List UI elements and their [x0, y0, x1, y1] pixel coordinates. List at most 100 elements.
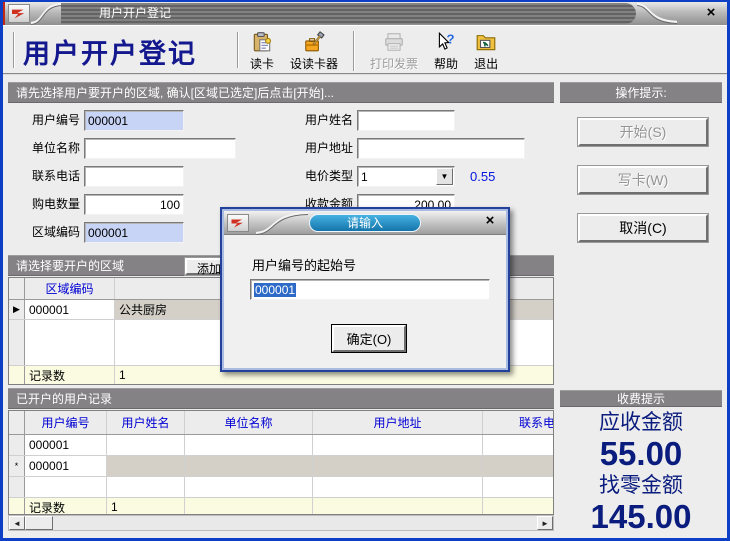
user-id-label: 用户编号: [20, 110, 80, 131]
current-row-marker: ▶: [9, 300, 25, 319]
titlebar-accent: [3, 2, 5, 25]
card-reader-setup-icon: [303, 30, 325, 54]
print-invoice-button: 打印发票: [367, 29, 421, 73]
read-card-label: 读卡: [250, 55, 274, 72]
users-table-header: 用户编号 用户姓名 单位名称 用户地址 联系电话: [9, 411, 553, 435]
receivable-amount: 55.00: [600, 436, 683, 472]
users-table-empty-row: [9, 477, 553, 498]
users-col-address[interactable]: 用户地址: [313, 411, 483, 434]
area-section-title: 请选择要开户的区域: [16, 259, 124, 273]
help-button[interactable]: ? 帮助: [431, 29, 461, 73]
user-name-input[interactable]: [357, 110, 455, 131]
row-marker-header: [9, 278, 25, 299]
users-table-footer: 记录数 1: [9, 498, 553, 515]
users-col-id[interactable]: 用户编号: [25, 411, 107, 434]
selected-input-text: 000001: [254, 283, 296, 297]
price-type-label: 电价类型: [293, 166, 353, 187]
change-amount: 145.00: [591, 499, 692, 535]
users-record-count-label: 记录数: [25, 498, 107, 515]
fee-panel: 应收金额 55.00 找零金额 145.00: [560, 409, 722, 535]
printer-icon: [383, 30, 405, 54]
exit-label: 退出: [474, 55, 498, 72]
user-id-input[interactable]: [84, 110, 184, 131]
scroll-thumb[interactable]: [25, 516, 53, 530]
toolbar: 用户开户登记 读卡: [3, 25, 727, 75]
ok-button[interactable]: 确定(O): [332, 325, 406, 352]
address-label: 用户地址: [293, 138, 353, 159]
help-label: 帮助: [434, 55, 458, 72]
card-reader-icon: [251, 30, 273, 54]
user-id-cell[interactable]: 000001: [25, 435, 107, 455]
chevron-down-icon[interactable]: ▼: [436, 168, 453, 185]
users-col-unit[interactable]: 单位名称: [185, 411, 313, 434]
setup-reader-button[interactable]: 设读卡器: [287, 29, 341, 73]
users-table-row[interactable]: * 000001: [9, 456, 553, 477]
window-title: 用户开户登记: [61, 3, 636, 24]
change-label: 找零金额: [599, 472, 683, 499]
close-button[interactable]: ×: [703, 5, 719, 21]
price-rate-value: 0.55: [470, 166, 495, 187]
ops-header: 操作提示:: [560, 82, 722, 103]
users-table: 用户编号 用户姓名 单位名称 用户地址 联系电话 000001 * 000001: [8, 410, 554, 515]
write-card-button: 写卡(W): [578, 166, 708, 194]
users-table-row[interactable]: 000001: [9, 435, 553, 456]
toolbar-buttons: 读卡 设读卡器: [247, 29, 501, 73]
titlebar-curve-left: [29, 2, 63, 25]
dialog-title: 请输入: [309, 214, 421, 232]
users-section-header: 已开户的用户记录: [8, 388, 554, 409]
user-id-cell[interactable]: 000001: [25, 456, 107, 476]
purchase-qty-label: 购电数量: [20, 194, 80, 215]
unit-name-label: 单位名称: [20, 138, 80, 159]
row-marker-header: [9, 411, 25, 434]
read-card-button[interactable]: 读卡: [247, 29, 277, 73]
scroll-left-icon[interactable]: ◄: [9, 516, 25, 530]
dialog-titlebar: 请输入 ×: [224, 211, 506, 235]
titlebar-curve-right: [633, 2, 679, 25]
page-title: 用户开户登记: [23, 32, 197, 71]
purchase-qty-input[interactable]: [84, 194, 184, 215]
scroll-track[interactable]: [53, 516, 537, 530]
row-marker: [9, 435, 25, 455]
dialog-body: 用户编号的起始号 000001 确定(O): [224, 235, 506, 368]
area-record-count-label: 记录数: [25, 366, 115, 384]
setup-reader-label: 设读卡器: [290, 55, 338, 72]
input-dialog: 请输入 × 用户编号的起始号 000001 确定(O): [220, 207, 510, 372]
toolbar-separator: [13, 32, 15, 68]
cancel-button[interactable]: 取消(C): [578, 214, 708, 242]
phone-label: 联系电话: [20, 166, 80, 187]
users-col-phone[interactable]: 联系电话: [483, 411, 554, 434]
area-code-input[interactable]: [84, 222, 184, 243]
price-type-value: 1: [358, 170, 435, 184]
area-code-label: 区域编码: [20, 222, 80, 243]
dialog-curve: [252, 211, 310, 235]
new-row-marker: *: [9, 456, 25, 476]
window-titlebar: 用户开户登记 ×: [3, 2, 727, 25]
area-code-cell[interactable]: 000001: [25, 300, 115, 319]
dialog-logo-icon: [227, 214, 249, 232]
address-input[interactable]: [357, 138, 525, 159]
users-col-name[interactable]: 用户姓名: [107, 411, 185, 434]
app-logo-icon: [8, 4, 30, 23]
area-col-code[interactable]: 区域编码: [25, 278, 115, 299]
toolbar-separator: [237, 32, 239, 68]
start-number-input[interactable]: 000001: [250, 279, 490, 300]
application-window: 用户开户登记 × 用户开户登记: [0, 0, 730, 541]
print-invoice-label: 打印发票: [370, 55, 418, 72]
help-icon: ?: [435, 30, 457, 54]
dialog-prompt: 用户编号的起始号: [252, 255, 356, 274]
price-type-select[interactable]: 1 ▼: [357, 166, 455, 187]
dialog-close-button[interactable]: ×: [482, 213, 498, 229]
receivable-label: 应收金额: [599, 409, 683, 436]
scroll-right-icon[interactable]: ►: [537, 516, 553, 530]
toolbar-separator: [353, 31, 355, 71]
start-button: 开始(S): [578, 118, 708, 146]
fee-header: 收费提示: [560, 390, 722, 407]
phone-input[interactable]: [84, 166, 184, 187]
users-record-count-value: 1: [107, 498, 185, 515]
unit-name-input[interactable]: [84, 138, 236, 159]
svg-text:?: ?: [447, 32, 455, 47]
horizontal-scrollbar[interactable]: ◄ ►: [8, 515, 554, 531]
instruction-bar: 请先选择用户要开户的区域, 确认[区域已选定]后点击[开始]...: [8, 82, 554, 103]
exit-button[interactable]: 退出: [471, 29, 501, 73]
exit-icon: [475, 30, 497, 54]
